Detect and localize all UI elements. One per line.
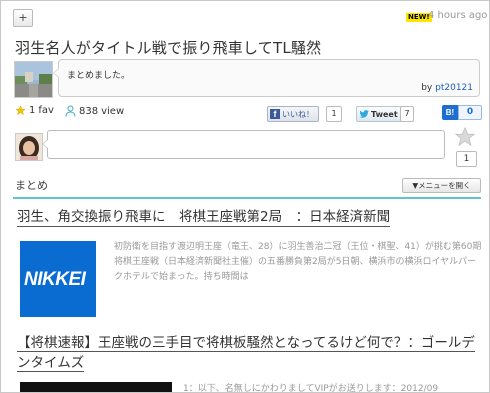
article-thumbnail[interactable] bbox=[20, 382, 172, 392]
hatena-bookmark-count: 0 bbox=[458, 105, 482, 120]
tweet-button[interactable]: Tweet bbox=[356, 106, 403, 122]
nikkei-logo[interactable]: NIKKEI bbox=[20, 241, 96, 317]
view-count: 838 bbox=[79, 105, 99, 117]
matome-page: + NEW! 4 hours ago 羽生名人がタイトル戦で振り飛車してTL騒然… bbox=[0, 0, 490, 393]
article-excerpt: 1：以下、名無しにかわりましてVIPがお送りします：2012/09 bbox=[183, 384, 439, 393]
person-icon bbox=[65, 105, 76, 117]
section-heading: まとめ bbox=[15, 179, 48, 192]
fav-stat: 1 fav bbox=[15, 105, 54, 116]
hatena-bookmark-button[interactable]: B! bbox=[442, 105, 458, 120]
fav-count: 1 bbox=[29, 105, 36, 116]
page-title: 羽生名人がタイトル戦で振り飛車してTL騒然 bbox=[15, 39, 322, 57]
avatar bbox=[15, 133, 43, 161]
view-label: view bbox=[101, 105, 125, 117]
open-menu-button[interactable]: ▼メニューを開く bbox=[402, 178, 481, 193]
facebook-like-button[interactable]: f いいね！ bbox=[267, 106, 319, 122]
nikkei-logo-text: NIKKEI bbox=[24, 269, 86, 290]
favorite-count: 1 bbox=[456, 151, 477, 167]
tweet-label: Tweet bbox=[371, 109, 398, 119]
article-link[interactable]: 羽生、角交換振り飛車に 将棋王座戦第2局 ：日本経済新聞 bbox=[17, 209, 391, 227]
article-excerpt: 初防衛を目指す渡辺明王座（竜王、28）に羽生善治二冠（王位・棋聖、41）が挑む第… bbox=[114, 242, 482, 282]
view-stat: 838 view bbox=[65, 105, 124, 117]
facebook-like-label: いいね！ bbox=[282, 109, 314, 119]
twitter-bird-icon bbox=[360, 110, 369, 118]
article-link[interactable]: 【将棋速報】王座戦の三手目で将棋板騒然となってるけど何で？：ゴールデンタイムズ bbox=[17, 333, 477, 373]
thumbnail-image[interactable] bbox=[14, 61, 53, 98]
by-prefix: by bbox=[421, 83, 433, 93]
star-icon bbox=[15, 105, 26, 116]
timestamp: 4 hours ago bbox=[428, 10, 488, 21]
comment-input[interactable] bbox=[42, 130, 445, 159]
author-link[interactable]: pt20121 bbox=[435, 83, 473, 93]
section-divider bbox=[13, 197, 481, 199]
favorite-star-icon[interactable] bbox=[454, 126, 476, 148]
article-link-text[interactable]: 【将棋速報】王座戦の三手目で将棋板騒然となってるけど何で？：ゴールデンタイムズ bbox=[17, 335, 475, 372]
fav-label: fav bbox=[38, 105, 54, 116]
tweet-count: 7 bbox=[400, 106, 414, 122]
facebook-icon: f bbox=[270, 109, 280, 119]
summary-comment-box: まとめました。 by pt20121 bbox=[53, 59, 480, 97]
summary-comment: まとめました。 bbox=[67, 71, 131, 81]
facebook-like-count: 1 bbox=[326, 106, 342, 122]
expand-button[interactable]: + bbox=[13, 9, 33, 27]
author-line: by pt20121 bbox=[421, 83, 473, 93]
